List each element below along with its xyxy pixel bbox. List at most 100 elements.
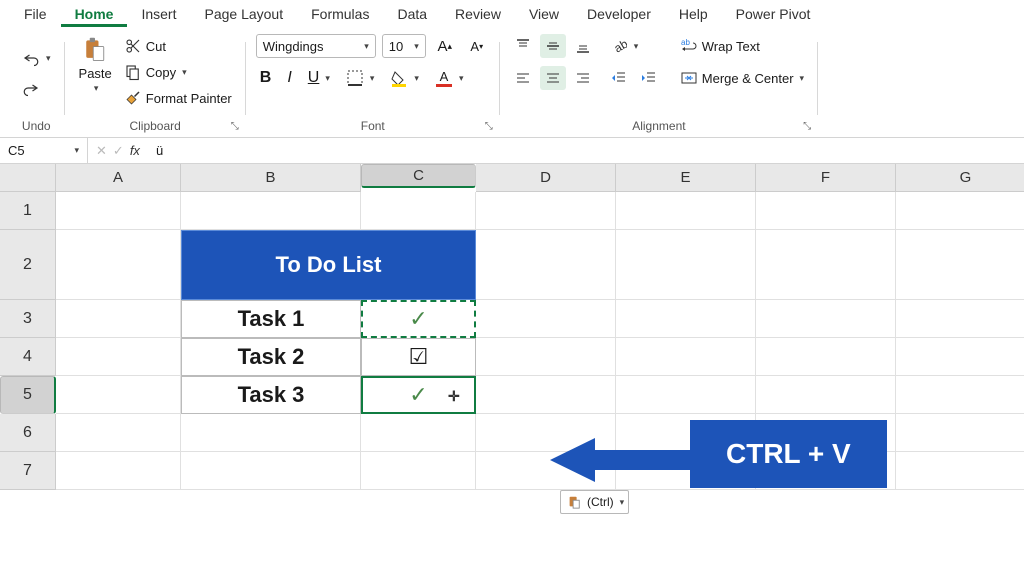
cell-A6[interactable] (56, 414, 181, 452)
cell-D4[interactable] (476, 338, 616, 376)
column-header-A[interactable]: A (56, 164, 181, 192)
column-header-C[interactable]: C (361, 164, 476, 188)
cell-B1[interactable] (181, 192, 361, 230)
cell-A5[interactable] (56, 376, 181, 414)
copy-button[interactable]: Copy ▾ (120, 60, 236, 84)
bold-button[interactable]: B (256, 66, 276, 90)
cell-D3[interactable] (476, 300, 616, 338)
align-left-button[interactable] (510, 66, 536, 90)
cell-E1[interactable] (616, 192, 756, 230)
cell-D2[interactable] (476, 230, 616, 300)
task-cell-4[interactable]: Task 2 (181, 338, 361, 376)
align-center-button[interactable] (540, 66, 566, 90)
paste-button[interactable]: Paste ▾ (75, 34, 116, 96)
column-header-D[interactable]: D (476, 164, 616, 192)
cell-A4[interactable] (56, 338, 181, 376)
todo-header-cell[interactable]: To Do List (181, 230, 476, 300)
column-header-G[interactable]: G (896, 164, 1024, 192)
dialog-launcher-icon[interactable]: ⤡ (228, 119, 242, 133)
cell-F1[interactable] (756, 192, 896, 230)
underline-button[interactable]: U▾ (304, 66, 334, 90)
cell-A1[interactable] (56, 192, 181, 230)
formula-input[interactable]: ü (148, 143, 1024, 158)
tab-data[interactable]: Data (383, 2, 441, 26)
cell-G4[interactable] (896, 338, 1024, 376)
fx-icon[interactable]: fx (130, 143, 140, 158)
column-header-E[interactable]: E (616, 164, 756, 192)
cell-B6[interactable] (181, 414, 361, 452)
borders-button[interactable]: ▾ (342, 66, 379, 90)
undo-button[interactable]: ▾ (18, 46, 55, 70)
row-header-4[interactable]: 4 (0, 338, 56, 376)
cell-G7[interactable] (896, 452, 1024, 490)
row-header-7[interactable]: 7 (0, 452, 56, 490)
cut-button[interactable]: Cut (120, 34, 236, 58)
cell-A2[interactable] (56, 230, 181, 300)
row-header-6[interactable]: 6 (0, 414, 56, 452)
cell-G1[interactable] (896, 192, 1024, 230)
wrap-text-button[interactable]: ab Wrap Text (676, 34, 808, 58)
cancel-formula-icon[interactable]: ✕ (96, 143, 107, 159)
dialog-launcher-icon[interactable]: ⤡ (800, 119, 814, 133)
tab-power-pivot[interactable]: Power Pivot (722, 2, 825, 26)
cell-G2[interactable] (896, 230, 1024, 300)
fill-color-button[interactable]: ▾ (386, 66, 423, 90)
decrease-font-button[interactable]: A▾ (464, 34, 490, 58)
tab-developer[interactable]: Developer (573, 2, 665, 26)
tab-review[interactable]: Review (441, 2, 515, 26)
increase-indent-button[interactable] (636, 66, 662, 90)
checkmark-cell-3[interactable]: ✓ (361, 300, 476, 338)
tab-insert[interactable]: Insert (127, 2, 190, 26)
align-right-button[interactable] (570, 66, 596, 90)
cell-C1[interactable] (361, 192, 476, 230)
align-bottom-button[interactable] (570, 34, 596, 58)
dialog-launcher-icon[interactable]: ⤡ (482, 119, 496, 133)
column-header-B[interactable]: B (181, 164, 361, 192)
cell-A7[interactable] (56, 452, 181, 490)
cell-E5[interactable] (616, 376, 756, 414)
tab-view[interactable]: View (515, 2, 573, 26)
cell-F5[interactable] (756, 376, 896, 414)
align-top-button[interactable] (510, 34, 536, 58)
checkmark-cell-4[interactable]: ☑ (361, 338, 476, 376)
row-header-1[interactable]: 1 (0, 192, 56, 230)
font-color-button[interactable]: A▾ (431, 66, 468, 90)
decrease-indent-button[interactable] (606, 66, 632, 90)
row-header-2[interactable]: 2 (0, 230, 56, 300)
tab-formulas[interactable]: Formulas (297, 2, 383, 26)
cell-G5[interactable] (896, 376, 1024, 414)
cell-G3[interactable] (896, 300, 1024, 338)
increase-font-button[interactable]: A▴ (432, 34, 458, 58)
select-all-corner[interactable] (0, 164, 56, 192)
task-cell-3[interactable]: Task 1 (181, 300, 361, 338)
cell-F2[interactable] (756, 230, 896, 300)
cell-E3[interactable] (616, 300, 756, 338)
cell-D5[interactable] (476, 376, 616, 414)
cell-B7[interactable] (181, 452, 361, 490)
cell-E2[interactable] (616, 230, 756, 300)
font-size-select[interactable]: 10▾ (382, 34, 426, 58)
cell-D1[interactable] (476, 192, 616, 230)
orientation-button[interactable]: ab▾ (606, 34, 643, 58)
enter-formula-icon[interactable]: ✓ (113, 143, 124, 159)
cell-A3[interactable] (56, 300, 181, 338)
merge-center-button[interactable]: Merge & Center ▾ (676, 66, 808, 90)
tab-home[interactable]: Home (61, 2, 128, 27)
paste-options-button[interactable]: (Ctrl) ▾ (560, 490, 629, 514)
redo-button[interactable] (18, 76, 44, 100)
column-header-F[interactable]: F (756, 164, 896, 192)
name-box[interactable]: C5▾ (0, 138, 88, 163)
cell-E4[interactable] (616, 338, 756, 376)
tab-file[interactable]: File (10, 2, 61, 26)
tab-page-layout[interactable]: Page Layout (190, 2, 297, 26)
task-cell-5[interactable]: Task 3 (181, 376, 361, 414)
cell-G6[interactable] (896, 414, 1024, 452)
align-middle-button[interactable] (540, 34, 566, 58)
cell-F4[interactable] (756, 338, 896, 376)
row-header-3[interactable]: 3 (0, 300, 56, 338)
cell-F3[interactable] (756, 300, 896, 338)
tab-help[interactable]: Help (665, 2, 722, 26)
cell-C7[interactable] (361, 452, 476, 490)
font-name-select[interactable]: Wingdings▾ (256, 34, 376, 58)
italic-button[interactable]: I (283, 66, 295, 90)
